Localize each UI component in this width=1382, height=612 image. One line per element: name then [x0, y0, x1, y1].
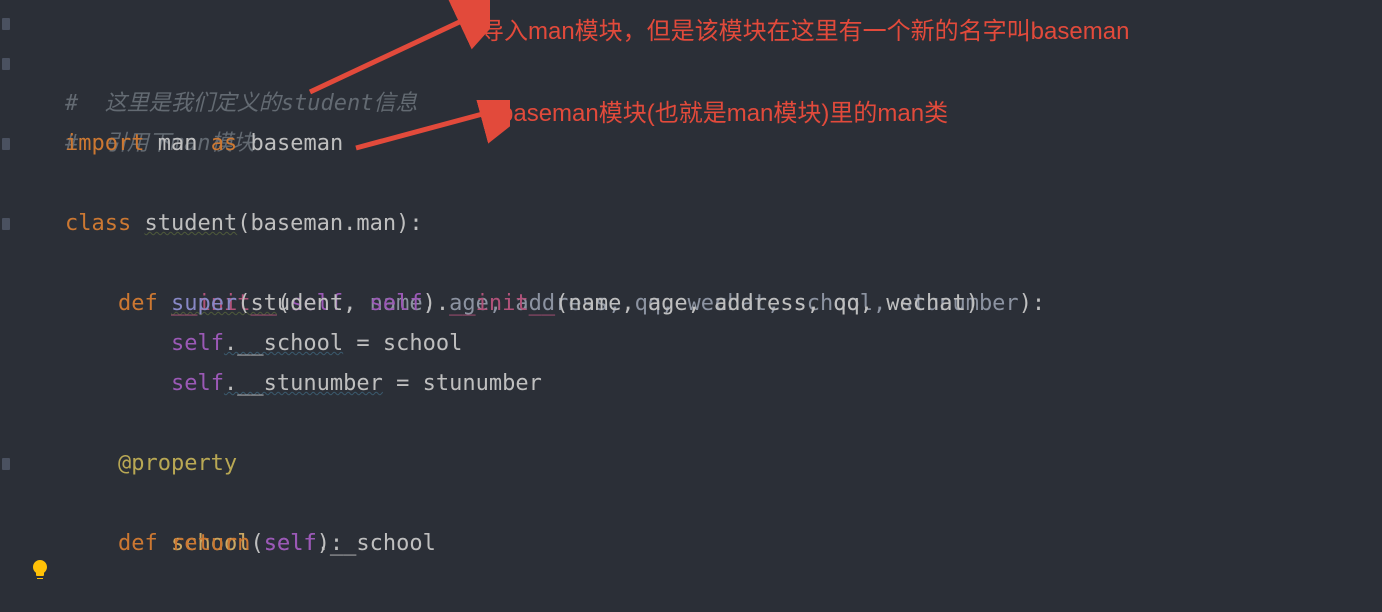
- attr-name: .__school: [317, 531, 436, 556]
- fold-marker-icon[interactable]: [2, 138, 10, 150]
- fold-marker-icon[interactable]: [2, 218, 10, 230]
- editor-gutter: [0, 0, 12, 612]
- code-line: def school(self):: [12, 444, 1382, 484]
- lightbulb-icon[interactable]: [28, 558, 52, 582]
- code-line: @property: [12, 404, 1382, 444]
- code-line: super(student, self).__init__(name, age,…: [12, 244, 1382, 284]
- keyword-return: return: [171, 531, 250, 556]
- code-line-blank: [12, 364, 1382, 404]
- code-line: def __init__(self, name, age, address, q…: [12, 204, 1382, 244]
- fold-marker-icon[interactable]: [2, 458, 10, 470]
- fold-marker-icon[interactable]: [2, 18, 10, 30]
- code-line: class student(baseman.man):: [12, 124, 1382, 164]
- annotation-text: 导入man模块，但是该模块在这里有一个新的名字叫baseman: [480, 18, 1129, 47]
- code-line: return self.__school: [12, 484, 1382, 524]
- code-line: self.__school = school: [12, 284, 1382, 324]
- fold-marker-icon[interactable]: [2, 58, 10, 70]
- code-line: self.__stunumber = stunumber: [12, 324, 1382, 364]
- annotation-text: baseman模块(也就是man模块)里的man类: [500, 100, 948, 129]
- code-line: # 引用下man模块: [12, 44, 1382, 84]
- code-line-blank: [12, 164, 1382, 204]
- param-self: self: [264, 531, 317, 556]
- code-editor[interactable]: # 这里是我们定义的student信息 # 引用下man模块 import ma…: [12, 0, 1382, 524]
